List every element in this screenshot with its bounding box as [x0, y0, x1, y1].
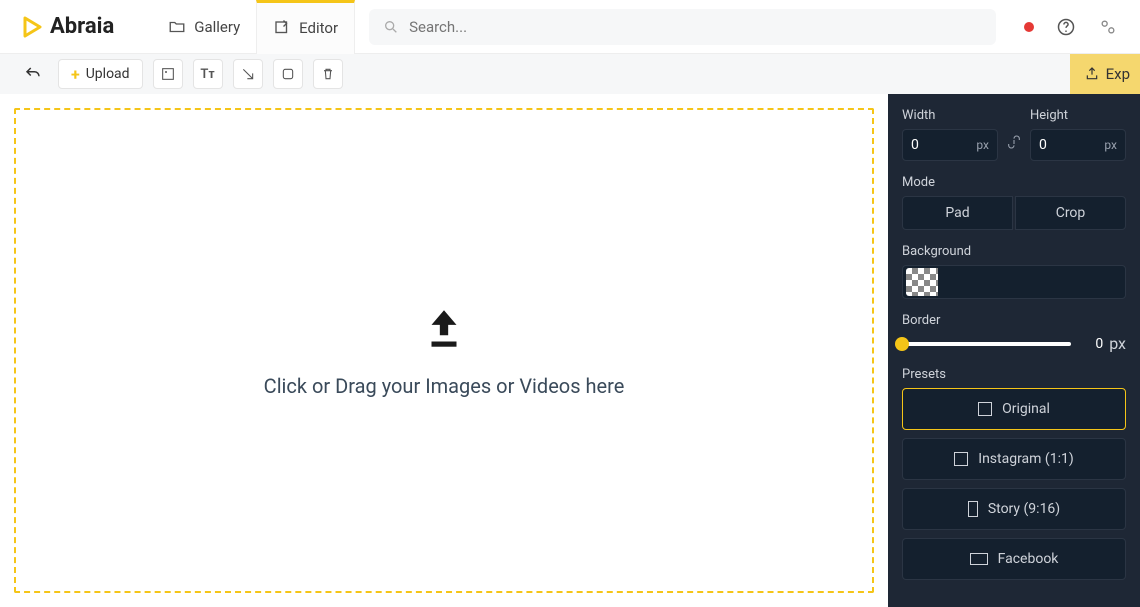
- header-actions: [1010, 17, 1132, 37]
- dropzone[interactable]: Click or Drag your Images or Videos here: [14, 108, 874, 593]
- background-label: Background: [902, 244, 1126, 259]
- search-icon: [383, 19, 399, 35]
- background-input[interactable]: [902, 265, 1126, 299]
- export-button[interactable]: Exp: [1070, 54, 1140, 94]
- arrow-tool-button[interactable]: [233, 59, 263, 89]
- header: Abraia Gallery Editor: [0, 0, 1140, 54]
- border-value-input[interactable]: [1081, 336, 1103, 352]
- border-unit: px: [1109, 334, 1126, 353]
- link-dimensions-button[interactable]: [1006, 116, 1022, 154]
- rect-icon: [280, 66, 296, 82]
- width-input[interactable]: [911, 137, 976, 153]
- export-label: Exp: [1106, 65, 1130, 83]
- mode-pad-button[interactable]: Pad: [902, 196, 1013, 230]
- square-icon: [954, 452, 968, 466]
- gear-icon: [1098, 17, 1118, 37]
- preset-story-label: Story (9:16): [988, 501, 1060, 517]
- play-icon: [20, 15, 44, 39]
- tab-editor-label: Editor: [299, 19, 338, 37]
- search-bar[interactable]: [369, 9, 996, 45]
- preset-instagram[interactable]: Instagram (1:1): [902, 438, 1126, 480]
- wide-icon: [970, 553, 988, 565]
- height-input[interactable]: [1039, 137, 1104, 153]
- width-label: Width: [902, 108, 998, 123]
- nav-tabs: Gallery Editor: [152, 0, 355, 54]
- border-slider[interactable]: [902, 342, 1071, 346]
- image-icon: [160, 66, 176, 82]
- preset-story[interactable]: Story (9:16): [902, 488, 1126, 530]
- preset-facebook[interactable]: Facebook: [902, 538, 1126, 580]
- preset-original[interactable]: Original: [902, 388, 1126, 430]
- preset-original-label: Original: [1002, 401, 1050, 417]
- record-indicator[interactable]: [1024, 22, 1034, 32]
- tab-gallery[interactable]: Gallery: [152, 0, 256, 54]
- dropzone-text: Click or Drag your Images or Videos here: [264, 374, 625, 398]
- preset-instagram-label: Instagram (1:1): [978, 451, 1073, 467]
- folder-icon: [168, 18, 186, 36]
- tab-editor[interactable]: Editor: [256, 0, 355, 54]
- search-input[interactable]: [409, 18, 982, 36]
- text-tool-button[interactable]: Tᴛ: [193, 59, 223, 89]
- link-icon: [1006, 134, 1022, 150]
- width-unit: px: [976, 138, 989, 152]
- toolbar: + Upload Tᴛ Exp: [0, 54, 1140, 94]
- width-input-wrap[interactable]: px: [902, 129, 998, 161]
- brand-name: Abraia: [50, 14, 114, 39]
- main: Click or Drag your Images or Videos here…: [0, 94, 1140, 607]
- undo-icon: [24, 65, 42, 83]
- image-tool-button[interactable]: [153, 59, 183, 89]
- height-label: Height: [1030, 108, 1126, 123]
- plus-icon: +: [71, 65, 80, 84]
- properties-sidebar: Width px Height px Mode Pad Cr: [888, 94, 1140, 607]
- help-icon: [1056, 17, 1076, 37]
- slider-thumb[interactable]: [895, 337, 909, 351]
- upload-label: Upload: [86, 66, 130, 82]
- height-input-wrap[interactable]: px: [1030, 129, 1126, 161]
- export-icon: [1084, 66, 1100, 82]
- border-label: Border: [902, 313, 1126, 328]
- settings-button[interactable]: [1098, 17, 1118, 37]
- height-unit: px: [1104, 138, 1117, 152]
- undo-button[interactable]: [18, 59, 48, 89]
- preset-facebook-label: Facebook: [998, 551, 1059, 567]
- delete-button[interactable]: [313, 59, 343, 89]
- canvas-area: Click or Drag your Images or Videos here: [0, 94, 888, 607]
- brand-logo[interactable]: Abraia: [8, 14, 126, 39]
- edit-icon: [273, 19, 291, 37]
- tab-gallery-label: Gallery: [194, 18, 240, 36]
- upload-icon: [419, 304, 469, 354]
- text-icon: Tᴛ: [200, 66, 214, 82]
- arrow-icon: [240, 66, 256, 82]
- help-button[interactable]: [1056, 17, 1076, 37]
- landscape-icon: [978, 402, 992, 416]
- upload-button[interactable]: + Upload: [58, 59, 143, 89]
- mode-crop-button[interactable]: Crop: [1015, 196, 1126, 230]
- mode-label: Mode: [902, 175, 1126, 190]
- presets-label: Presets: [902, 367, 1126, 382]
- trash-icon: [320, 66, 336, 82]
- transparent-swatch[interactable]: [906, 268, 938, 296]
- portrait-icon: [968, 501, 978, 517]
- shape-tool-button[interactable]: [273, 59, 303, 89]
